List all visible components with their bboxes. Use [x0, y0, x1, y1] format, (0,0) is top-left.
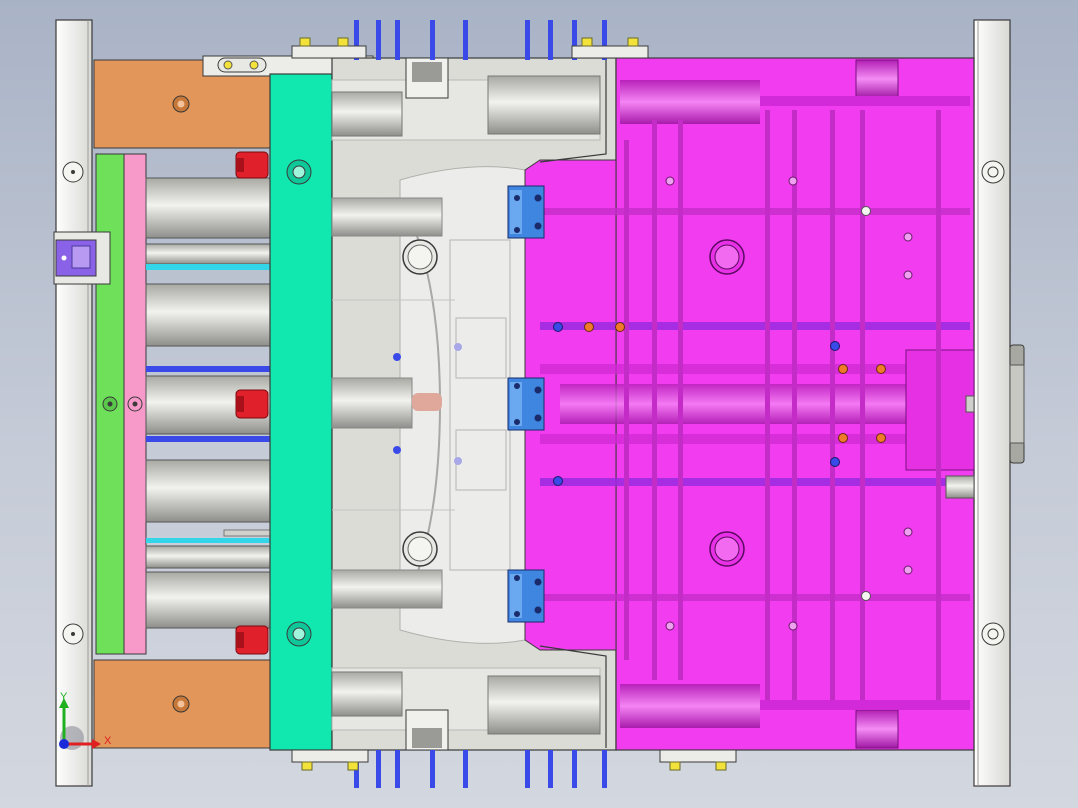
bottom-cooling-pipes: [354, 750, 607, 788]
y-axis-label: Y: [60, 691, 68, 703]
right-clamp-bolt-top: [981, 160, 1005, 184]
top-mounting-brackets: [291, 37, 649, 59]
left-clamp-bolt-top: [62, 161, 84, 183]
return-pin-head-bottom: [235, 625, 269, 655]
lock-block-top[interactable]: [507, 185, 545, 239]
cavity-guide-bushing-top: [709, 239, 745, 275]
return-pin-head-top: [235, 151, 269, 179]
return-pin-head-middle: [235, 389, 269, 419]
right-clamp-plate[interactable]: [973, 19, 1011, 787]
core-guide-bushing-top: [402, 239, 438, 275]
left-clamp-plate[interactable]: [55, 19, 93, 787]
ejector-plate[interactable]: [123, 153, 147, 655]
x-axis-label: X: [104, 735, 112, 747]
lock-block-bottom[interactable]: [507, 569, 545, 623]
cad-mold-assembly-view[interactable]: Y X: [0, 0, 1078, 808]
locating-ring[interactable]: [1009, 344, 1025, 464]
lock-block-middle[interactable]: [507, 377, 545, 431]
right-clamp-bolt-bottom: [981, 622, 1005, 646]
support-plate[interactable]: [269, 73, 333, 751]
cavity-guide-bushing-bottom: [709, 531, 745, 567]
spacer-block-bottom[interactable]: [93, 659, 271, 749]
core-guide-bushing-bottom: [402, 531, 438, 567]
top-cooling-pipes: [354, 20, 607, 60]
parting-lock-block[interactable]: [53, 231, 111, 285]
left-clamp-bolt-bottom: [62, 623, 84, 645]
z-axis-dot: [59, 739, 69, 749]
ejector-retainer-plate[interactable]: [95, 153, 125, 655]
